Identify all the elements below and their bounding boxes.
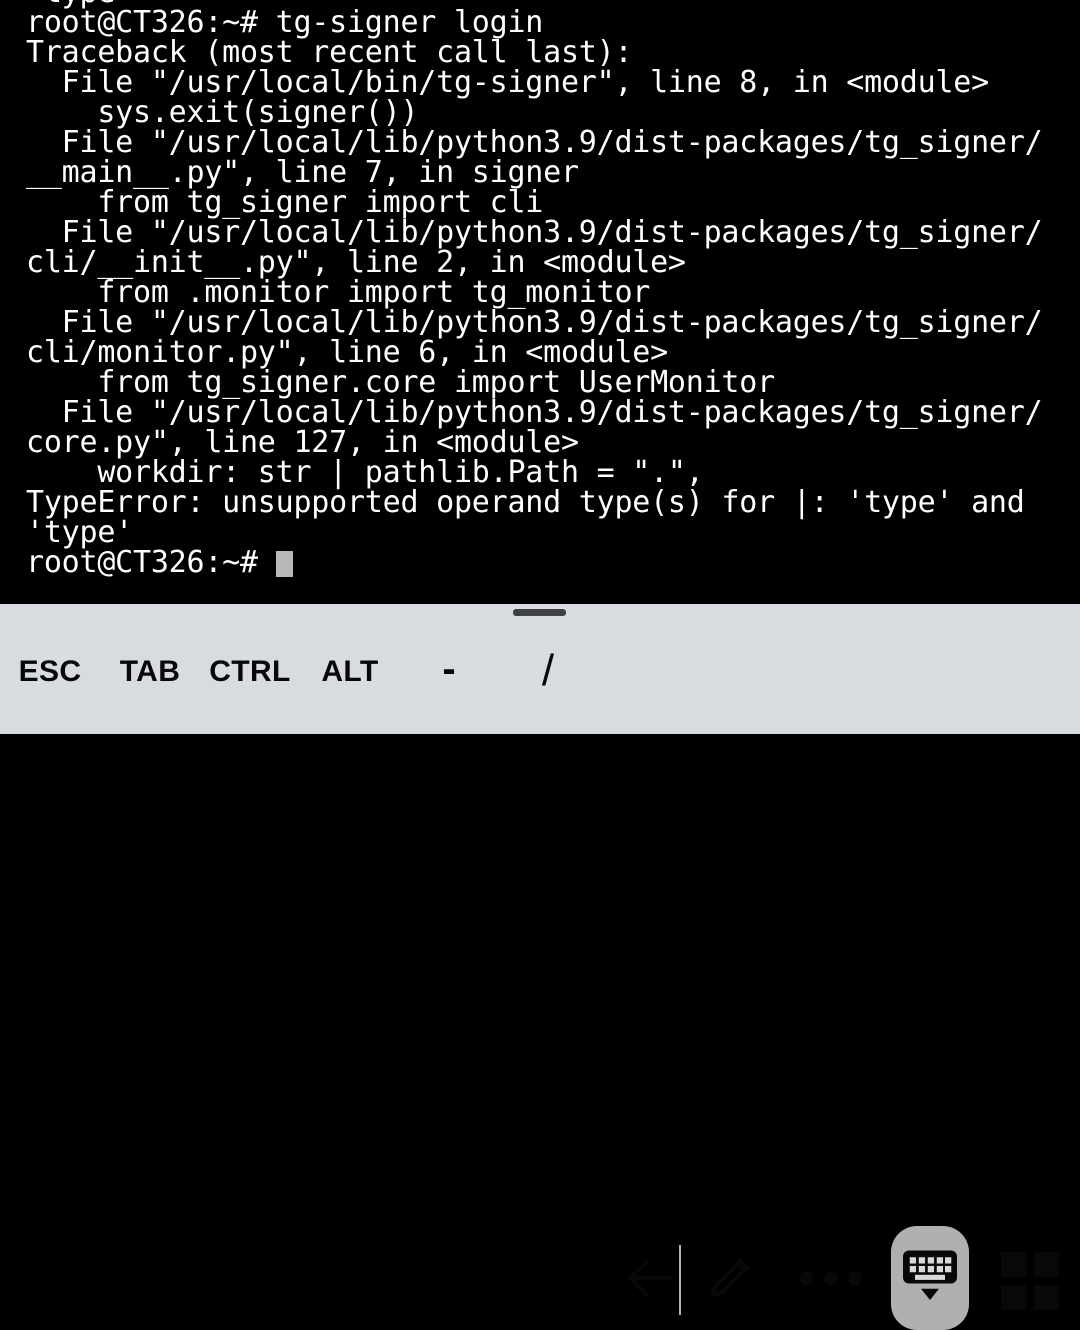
terminal-line: sys.exit(signer()) [26, 95, 419, 130]
terminal-output-area[interactable]: type root@CT326:~# tg-signer login Trace… [0, 0, 1080, 604]
terminal-app-window: type root@CT326:~# tg-signer login Trace… [0, 0, 1080, 1330]
terminal-line-error: 'type' [26, 515, 133, 550]
terminal-line: File "/usr/local/lib/python3.9/dist-pack… [26, 125, 1043, 160]
terminal-line: __main__.py", line 7, in signer [26, 155, 579, 190]
terminal-line: from .monitor import tg_monitor [26, 275, 651, 310]
key-esc-label: ESC [18, 655, 82, 688]
terminal-line: from tg_signer import cli [26, 185, 544, 220]
terminal-cursor [275, 551, 293, 577]
key-tab-label: TAB [119, 655, 181, 688]
terminal-line-command: root@CT326:~# tg-signer login [26, 5, 544, 40]
key-ctrl-label: CTRL [209, 655, 291, 688]
hide-keyboard-button[interactable] [891, 1226, 969, 1330]
key-slash-label: / [541, 645, 555, 695]
terminal-line: from tg_signer.core import UserMonitor [26, 365, 775, 400]
terminal-line: File "/usr/local/lib/python3.9/dist-pack… [26, 395, 1043, 430]
terminal-line: core.py", line 127, in <module> [26, 425, 579, 460]
pencil-icon [704, 1250, 758, 1308]
terminal-line: workdir: str | pathlib.Path = ".", [26, 455, 704, 490]
more-options-button[interactable] [800, 1259, 862, 1297]
terminal-line: cli/monitor.py", line 6, in <module> [26, 335, 668, 370]
key-alt[interactable]: ALT [321, 647, 379, 697]
extra-keys-toolbar: ESC TAB CTRL ALT - / [0, 604, 1080, 1330]
more-dots-icon [848, 1270, 862, 1286]
key-tab[interactable]: TAB [120, 647, 180, 697]
more-dots-icon [800, 1270, 814, 1286]
more-dots-icon [824, 1270, 838, 1286]
terminal-line: Traceback (most recent call last): [26, 35, 633, 70]
terminal-line: File "/usr/local/lib/python3.9/dist-pack… [26, 215, 1043, 250]
apps-grid-icon [1034, 1285, 1059, 1310]
terminal-line-error: TypeError: unsupported operand type(s) f… [26, 485, 1025, 520]
terminal-line: File "/usr/local/lib/python3.9/dist-pack… [26, 305, 1043, 340]
pencil-button[interactable] [700, 1247, 762, 1311]
apps-grid-icon [1001, 1252, 1026, 1277]
terminal-prompt: root@CT326:~# [26, 545, 276, 580]
key-slash[interactable]: / [530, 647, 566, 697]
key-ctrl[interactable]: CTRL [209, 647, 290, 697]
back-arrow-button[interactable] [620, 1249, 680, 1311]
apps-grid-icon [1001, 1285, 1026, 1310]
terminal-line: File "/usr/local/bin/tg-signer", line 8,… [26, 65, 989, 100]
terminal-prompt-line: root@CT326:~# [26, 548, 1080, 578]
apps-grid-icon [1034, 1252, 1059, 1277]
key-esc[interactable]: ESC [19, 647, 81, 697]
toolbar-drag-handle[interactable] [513, 609, 566, 616]
apps-grid-button[interactable] [1001, 1252, 1059, 1310]
terminal-scrollback: type root@CT326:~# tg-signer login Trace… [0, 0, 1080, 578]
key-dash-label: - [442, 647, 456, 691]
key-alt-label: ALT [321, 655, 379, 688]
hide-keyboard-icon [897, 1247, 963, 1309]
back-arrow-icon [622, 1250, 678, 1310]
key-dash[interactable]: - [432, 647, 466, 697]
terminal-line: cli/__init__.py", line 2, in <module> [26, 245, 686, 280]
toolbar-divider [679, 1245, 681, 1315]
